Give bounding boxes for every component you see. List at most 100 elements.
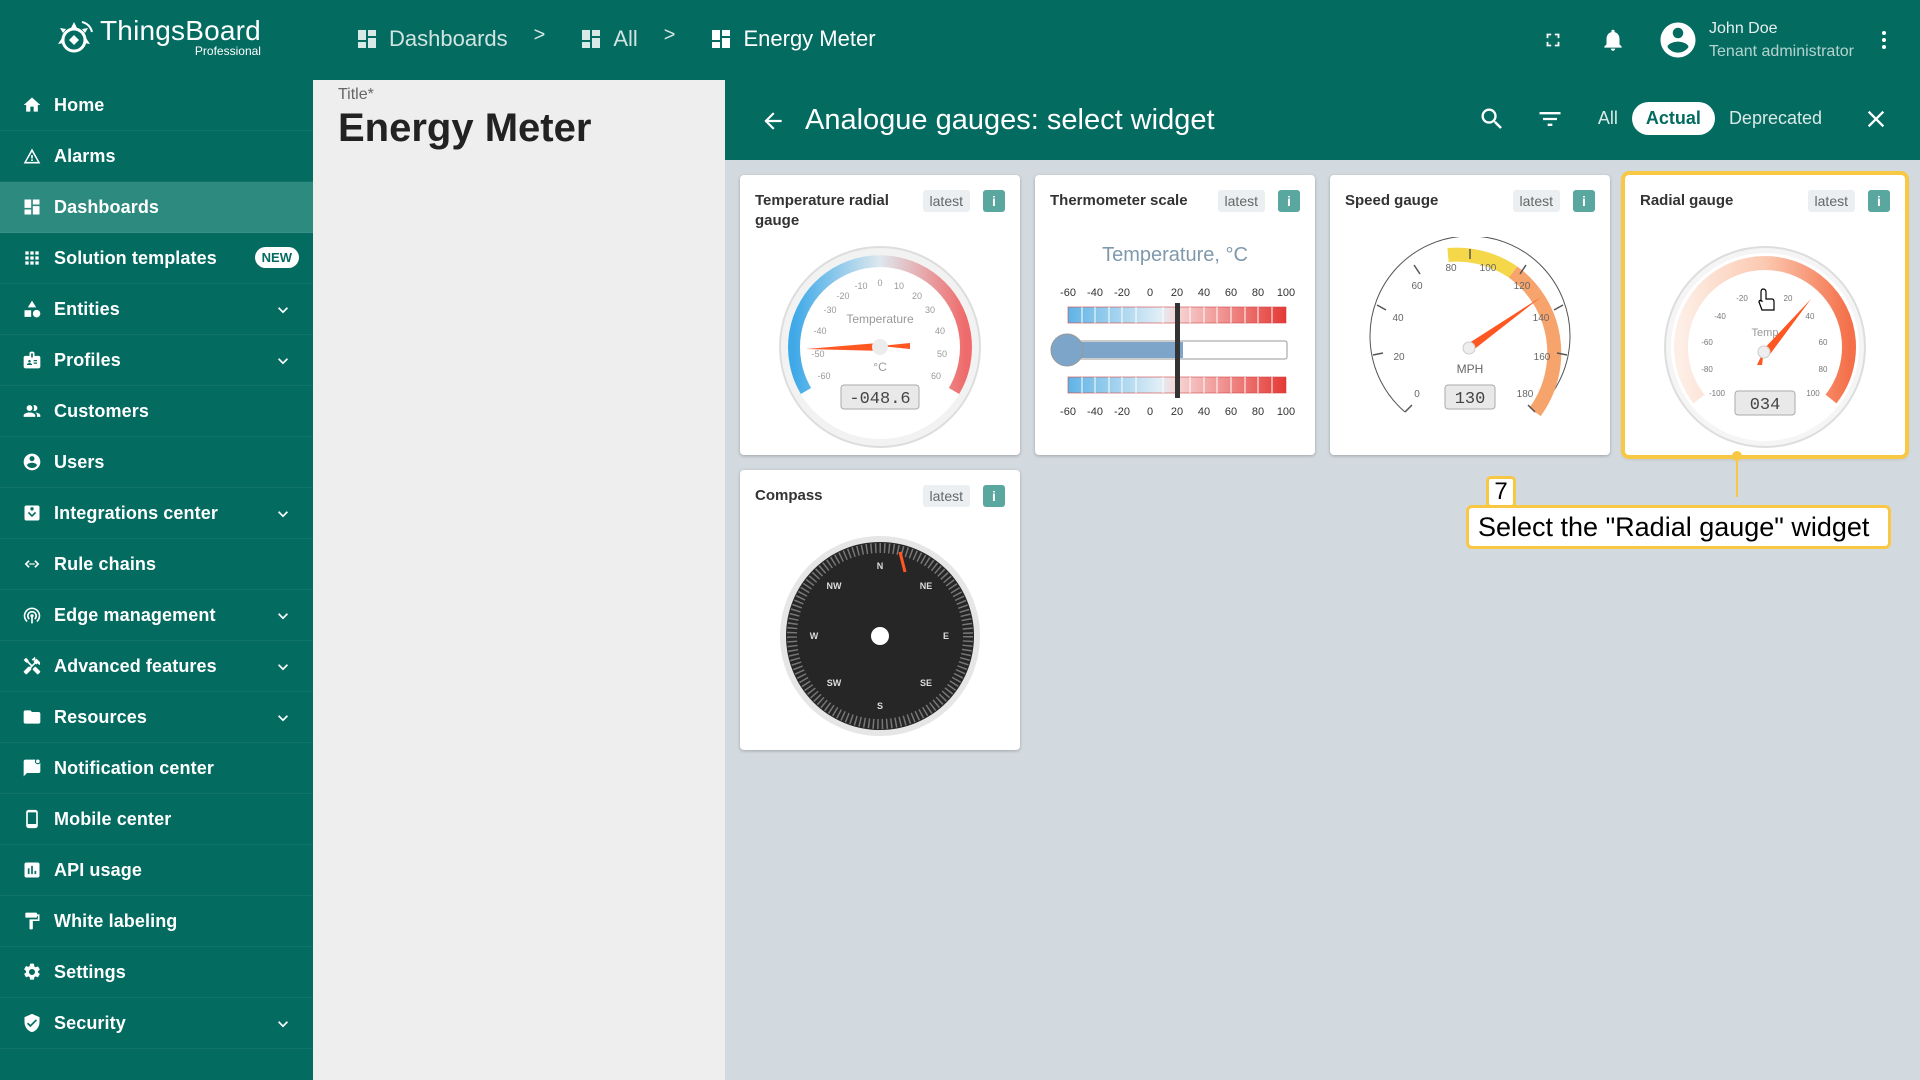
breadcrumb-separator: > <box>533 23 546 46</box>
widget-card-title: Temperature radial gauge <box>755 192 889 229</box>
sidebar-item-settings[interactable]: Settings <box>0 947 313 998</box>
breadcrumb-all[interactable]: All <box>579 26 638 52</box>
gauge-tick-label: -20 <box>836 291 849 301</box>
scale-label: 60 <box>1225 287 1237 299</box>
breadcrumb-energy-meter: Energy Meter <box>709 26 876 52</box>
sidebar-item-customers[interactable]: Customers <box>0 386 313 437</box>
sidebar-item-label: Security <box>54 1012 126 1033</box>
gauge-tick-label: -40 <box>1714 312 1726 321</box>
sidebar-item-dashboards[interactable]: Dashboards <box>0 182 313 233</box>
compass-label: S <box>877 701 883 711</box>
sidebar-item-label: Dashboards <box>54 196 160 217</box>
sidebar-item-edge-management[interactable]: Edge management <box>0 590 313 641</box>
info-icon[interactable]: i <box>983 190 1005 212</box>
compass-label: NW <box>827 581 842 591</box>
scale-label: 0 <box>1147 287 1153 299</box>
gauge-tick-label: 0 <box>1414 389 1420 400</box>
sidebar: Home Alarms Dashboards Solution template… <box>0 80 313 1080</box>
notifications-bell-icon[interactable] <box>1599 26 1627 54</box>
widget-card-speed-gauge[interactable]: Speed gauge latest i 0 20 40 60 80 100 1… <box>1330 175 1610 455</box>
info-icon[interactable]: i <box>1278 190 1300 212</box>
close-icon[interactable] <box>1862 105 1890 133</box>
widget-card-radial-gauge[interactable]: Radial gauge latest i -100 -80 -60 -40 -… <box>1625 175 1905 455</box>
filter-all[interactable]: All <box>1584 102 1632 135</box>
widget-selector-tools: All Actual Deprecated <box>1478 102 1890 135</box>
sidebar-item-label: Edge management <box>54 604 216 625</box>
gauge-tick-label: -40 <box>813 326 826 336</box>
sidebar-item-advanced-features[interactable]: Advanced features <box>0 641 313 692</box>
sidebar-item-resources[interactable]: Resources <box>0 692 313 743</box>
compass-label: W <box>810 631 819 641</box>
more-vert-icon[interactable] <box>1870 26 1898 54</box>
gauge-tick-label: 100 <box>1806 389 1820 398</box>
info-icon[interactable]: i <box>983 485 1005 507</box>
sidebar-item-api-usage[interactable]: API usage <box>0 845 313 896</box>
widget-tag: latest <box>1512 190 1560 212</box>
scale-label: -60 <box>1060 287 1076 299</box>
gauge-tick-label: 180 <box>1517 389 1534 400</box>
chevron-down-icon <box>278 511 288 518</box>
shield-icon <box>22 1013 42 1033</box>
dashboards-icon <box>22 197 42 217</box>
gauge-unit: °C <box>873 360 887 374</box>
temperature-radial-gauge-preview: -60 -50 -40 -30 -20 -10 0 10 20 30 40 50… <box>779 246 981 448</box>
top-bar: ThingsBoard Professional Dashboards > Al… <box>0 0 1920 80</box>
entities-icon <box>22 299 42 319</box>
info-icon[interactable]: i <box>1868 190 1890 212</box>
gauge-tick-label: -20 <box>1736 294 1748 303</box>
notification-icon <box>22 758 42 778</box>
sidebar-item-label: Customers <box>54 400 149 421</box>
thingsboard-logo-icon <box>58 21 93 53</box>
title-field-value[interactable]: Energy Meter <box>338 106 591 151</box>
filter-icon[interactable] <box>1536 105 1564 133</box>
filter-deprecated[interactable]: Deprecated <box>1715 102 1836 135</box>
new-badge: NEW <box>254 247 299 268</box>
logo[interactable]: ThingsBoard Professional <box>52 16 261 60</box>
widget-card-temperature-radial-gauge[interactable]: Temperature radial gauge latest i -60 -5… <box>740 175 1020 455</box>
gauge-tick-label: 10 <box>894 281 904 291</box>
sidebar-item-label: White labeling <box>54 910 178 931</box>
info-icon[interactable]: i <box>1573 190 1595 212</box>
sidebar-item-label: Users <box>54 451 105 472</box>
scale-label: 80 <box>1252 406 1264 418</box>
widget-card-compass[interactable]: Compass latest i N NE E SE S SW W NW <box>740 470 1020 750</box>
arrow-back-icon[interactable] <box>760 108 786 134</box>
widget-card-title: Thermometer scale <box>1050 192 1188 209</box>
sidebar-item-mobile-center[interactable]: Mobile center <box>0 794 313 845</box>
gauge-tick-label: 20 <box>1784 294 1793 303</box>
search-icon[interactable] <box>1478 105 1506 133</box>
sidebar-item-white-labeling[interactable]: White labeling <box>0 896 313 947</box>
breadcrumb-separator: > <box>663 23 676 46</box>
sidebar-item-users[interactable]: Users <box>0 437 313 488</box>
sidebar-item-alarms[interactable]: Alarms <box>0 131 313 182</box>
folder-icon <box>22 707 42 727</box>
fullscreen-icon[interactable] <box>1539 26 1567 54</box>
gauge-title: Temp <box>1752 327 1779 339</box>
sidebar-item-integrations-center[interactable]: Integrations center <box>0 488 313 539</box>
chevron-down-icon <box>278 664 288 671</box>
sidebar-item-entities[interactable]: Entities <box>0 284 313 335</box>
scale-label: 20 <box>1171 287 1183 299</box>
gauge-tick-label: -10 <box>854 281 867 291</box>
filter-actual[interactable]: Actual <box>1631 102 1715 135</box>
gear-icon <box>22 962 42 982</box>
chevron-down-icon <box>278 307 288 314</box>
sidebar-item-solution-templates[interactable]: Solution templates NEW <box>0 233 313 284</box>
gauge-tick-label: 160 <box>1534 352 1551 363</box>
sidebar-item-label: Rule chains <box>54 553 157 574</box>
sidebar-item-security[interactable]: Security <box>0 998 313 1049</box>
breadcrumb-dashboards[interactable]: Dashboards <box>355 26 508 52</box>
compass-label: N <box>877 561 884 571</box>
sidebar-item-notification-center[interactable]: Notification center <box>0 743 313 794</box>
gauge-tick-label: -60 <box>817 371 830 381</box>
rule-chains-icon <box>22 554 42 574</box>
customers-icon <box>22 401 42 421</box>
gauge-tick-label: 0 <box>877 278 882 288</box>
user-menu[interactable]: John Doe Tenant administrator <box>1657 19 1854 61</box>
sidebar-item-profiles[interactable]: Profiles <box>0 335 313 386</box>
sidebar-item-home[interactable]: Home <box>0 80 313 131</box>
widget-card-thermometer-scale[interactable]: Thermometer scale latest i Temperature, … <box>1035 175 1315 455</box>
brand-edition: Professional <box>194 44 261 58</box>
sidebar-item-rule-chains[interactable]: Rule chains <box>0 539 313 590</box>
integrations-icon <box>22 503 42 523</box>
